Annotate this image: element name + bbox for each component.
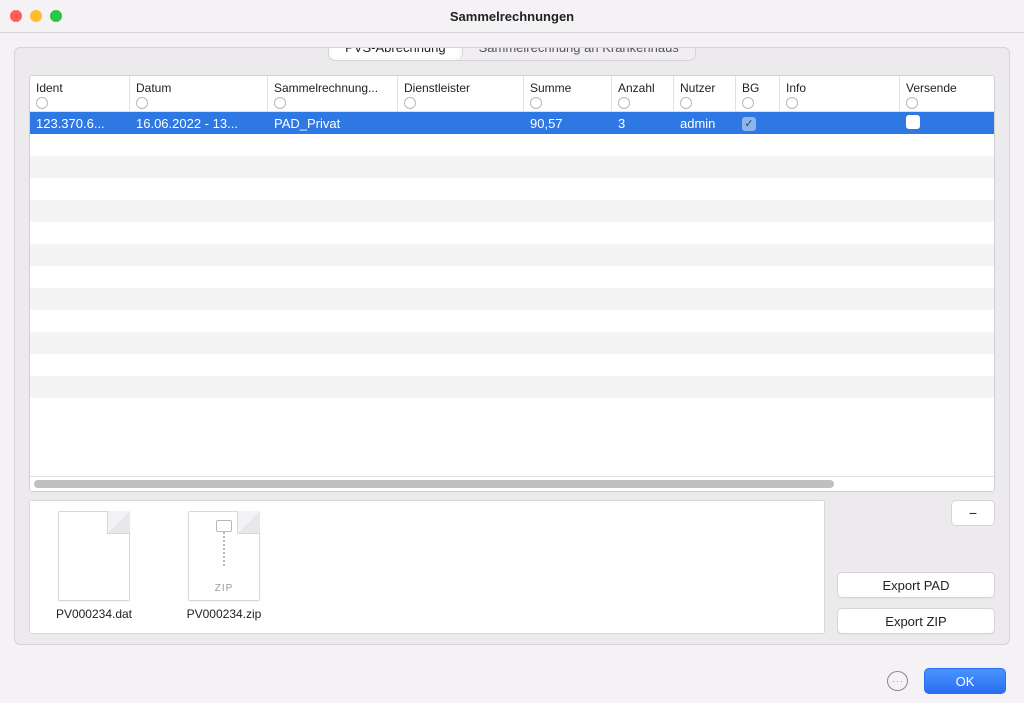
table-row[interactable] <box>30 288 994 310</box>
filter-icon[interactable] <box>274 97 286 109</box>
table-row[interactable] <box>30 178 994 200</box>
tab-pvs-abrechnung[interactable]: PVS-Abrechnung <box>329 47 462 60</box>
table-row[interactable]: 123.370.6... 16.06.2022 - 13... PAD_Priv… <box>30 112 994 134</box>
col-datum[interactable]: Datum <box>130 76 268 111</box>
file-dat-icon <box>58 511 130 601</box>
file-name: PV000234.dat <box>56 607 132 621</box>
window: Sammelrechnungen PVS-Abrechnung Sammelre… <box>0 0 1024 703</box>
invoice-table: Ident Datum Sammelrechnung... Dienstleis… <box>29 75 995 492</box>
export-zip-button[interactable]: Export ZIP <box>837 608 995 634</box>
close-icon[interactable] <box>10 10 22 22</box>
file-item[interactable]: PV000234.dat <box>44 511 144 621</box>
window-title: Sammelrechnungen <box>10 9 1014 24</box>
main-panel: PVS-Abrechnung Sammelrechnung an Kranken… <box>14 47 1010 645</box>
file-area: PV000234.dat ZIP PV000234.zip <box>29 500 825 634</box>
filter-icon[interactable] <box>530 97 542 109</box>
col-ident[interactable]: Ident <box>30 76 130 111</box>
horizontal-scrollbar[interactable] <box>30 476 994 491</box>
filter-icon[interactable] <box>742 97 754 109</box>
filter-icon[interactable] <box>786 97 798 109</box>
table-body: 123.370.6... 16.06.2022 - 13... PAD_Priv… <box>30 112 994 476</box>
filter-icon[interactable] <box>680 97 692 109</box>
side-buttons: − Export PAD Export ZIP <box>837 500 995 634</box>
table-row[interactable] <box>30 222 994 244</box>
col-bg[interactable]: BG <box>736 76 780 111</box>
content: PVS-Abrechnung Sammelrechnung an Kranken… <box>0 33 1024 659</box>
table-row[interactable] <box>30 156 994 178</box>
more-options-icon[interactable]: ··· <box>887 671 908 691</box>
filter-icon[interactable] <box>404 97 416 109</box>
bg-checkbox[interactable] <box>742 117 756 131</box>
table-row[interactable] <box>30 354 994 376</box>
minimize-icon[interactable] <box>30 10 42 22</box>
cell-bg <box>736 115 780 131</box>
col-summe[interactable]: Summe <box>524 76 612 111</box>
table-row[interactable] <box>30 134 994 156</box>
col-nutzer[interactable]: Nutzer <box>674 76 736 111</box>
file-type-label: ZIP <box>189 583 259 594</box>
lower-area: PV000234.dat ZIP PV000234.zip − Export P… <box>29 500 995 634</box>
cell-summe: 90,57 <box>524 116 612 131</box>
table-row[interactable] <box>30 332 994 354</box>
window-controls <box>10 10 62 22</box>
minus-icon: − <box>969 505 977 521</box>
filter-icon[interactable] <box>136 97 148 109</box>
tab-bar: PVS-Abrechnung Sammelrechnung an Kranken… <box>15 47 1009 61</box>
scrollbar-thumb[interactable] <box>34 480 834 488</box>
file-item[interactable]: ZIP PV000234.zip <box>174 511 274 621</box>
cell-nutzer: admin <box>674 116 736 131</box>
filter-icon[interactable] <box>618 97 630 109</box>
filter-icon[interactable] <box>36 97 48 109</box>
export-pad-button[interactable]: Export PAD <box>837 572 995 598</box>
col-info[interactable]: Info <box>780 76 900 111</box>
maximize-icon[interactable] <box>50 10 62 22</box>
table-header: Ident Datum Sammelrechnung... Dienstleis… <box>30 76 994 112</box>
cell-ident: 123.370.6... <box>30 116 130 131</box>
tab-sammelrechnung-krankenhaus[interactable]: Sammelrechnung an Krankenhaus <box>463 47 695 60</box>
col-anzahl[interactable]: Anzahl <box>612 76 674 111</box>
versendet-checkbox[interactable] <box>906 115 920 129</box>
ok-button[interactable]: OK <box>924 668 1006 694</box>
table-row[interactable] <box>30 200 994 222</box>
remove-button[interactable]: − <box>951 500 995 526</box>
file-name: PV000234.zip <box>187 607 262 621</box>
table-row[interactable] <box>30 310 994 332</box>
table-row[interactable] <box>30 376 994 398</box>
col-versendet[interactable]: Versende <box>900 76 994 111</box>
cell-versendet <box>900 115 994 132</box>
cell-sammel: PAD_Privat <box>268 116 398 131</box>
filter-icon[interactable] <box>906 97 918 109</box>
footer: ··· OK <box>0 659 1024 703</box>
cell-datum: 16.06.2022 - 13... <box>130 116 268 131</box>
col-dienstleister[interactable]: Dienstleister <box>398 76 524 111</box>
table-row[interactable] <box>30 244 994 266</box>
titlebar: Sammelrechnungen <box>0 0 1024 33</box>
cell-anzahl: 3 <box>612 116 674 131</box>
col-sammelrechnung[interactable]: Sammelrechnung... <box>268 76 398 111</box>
table-row[interactable] <box>30 266 994 288</box>
file-zip-icon: ZIP <box>188 511 260 601</box>
